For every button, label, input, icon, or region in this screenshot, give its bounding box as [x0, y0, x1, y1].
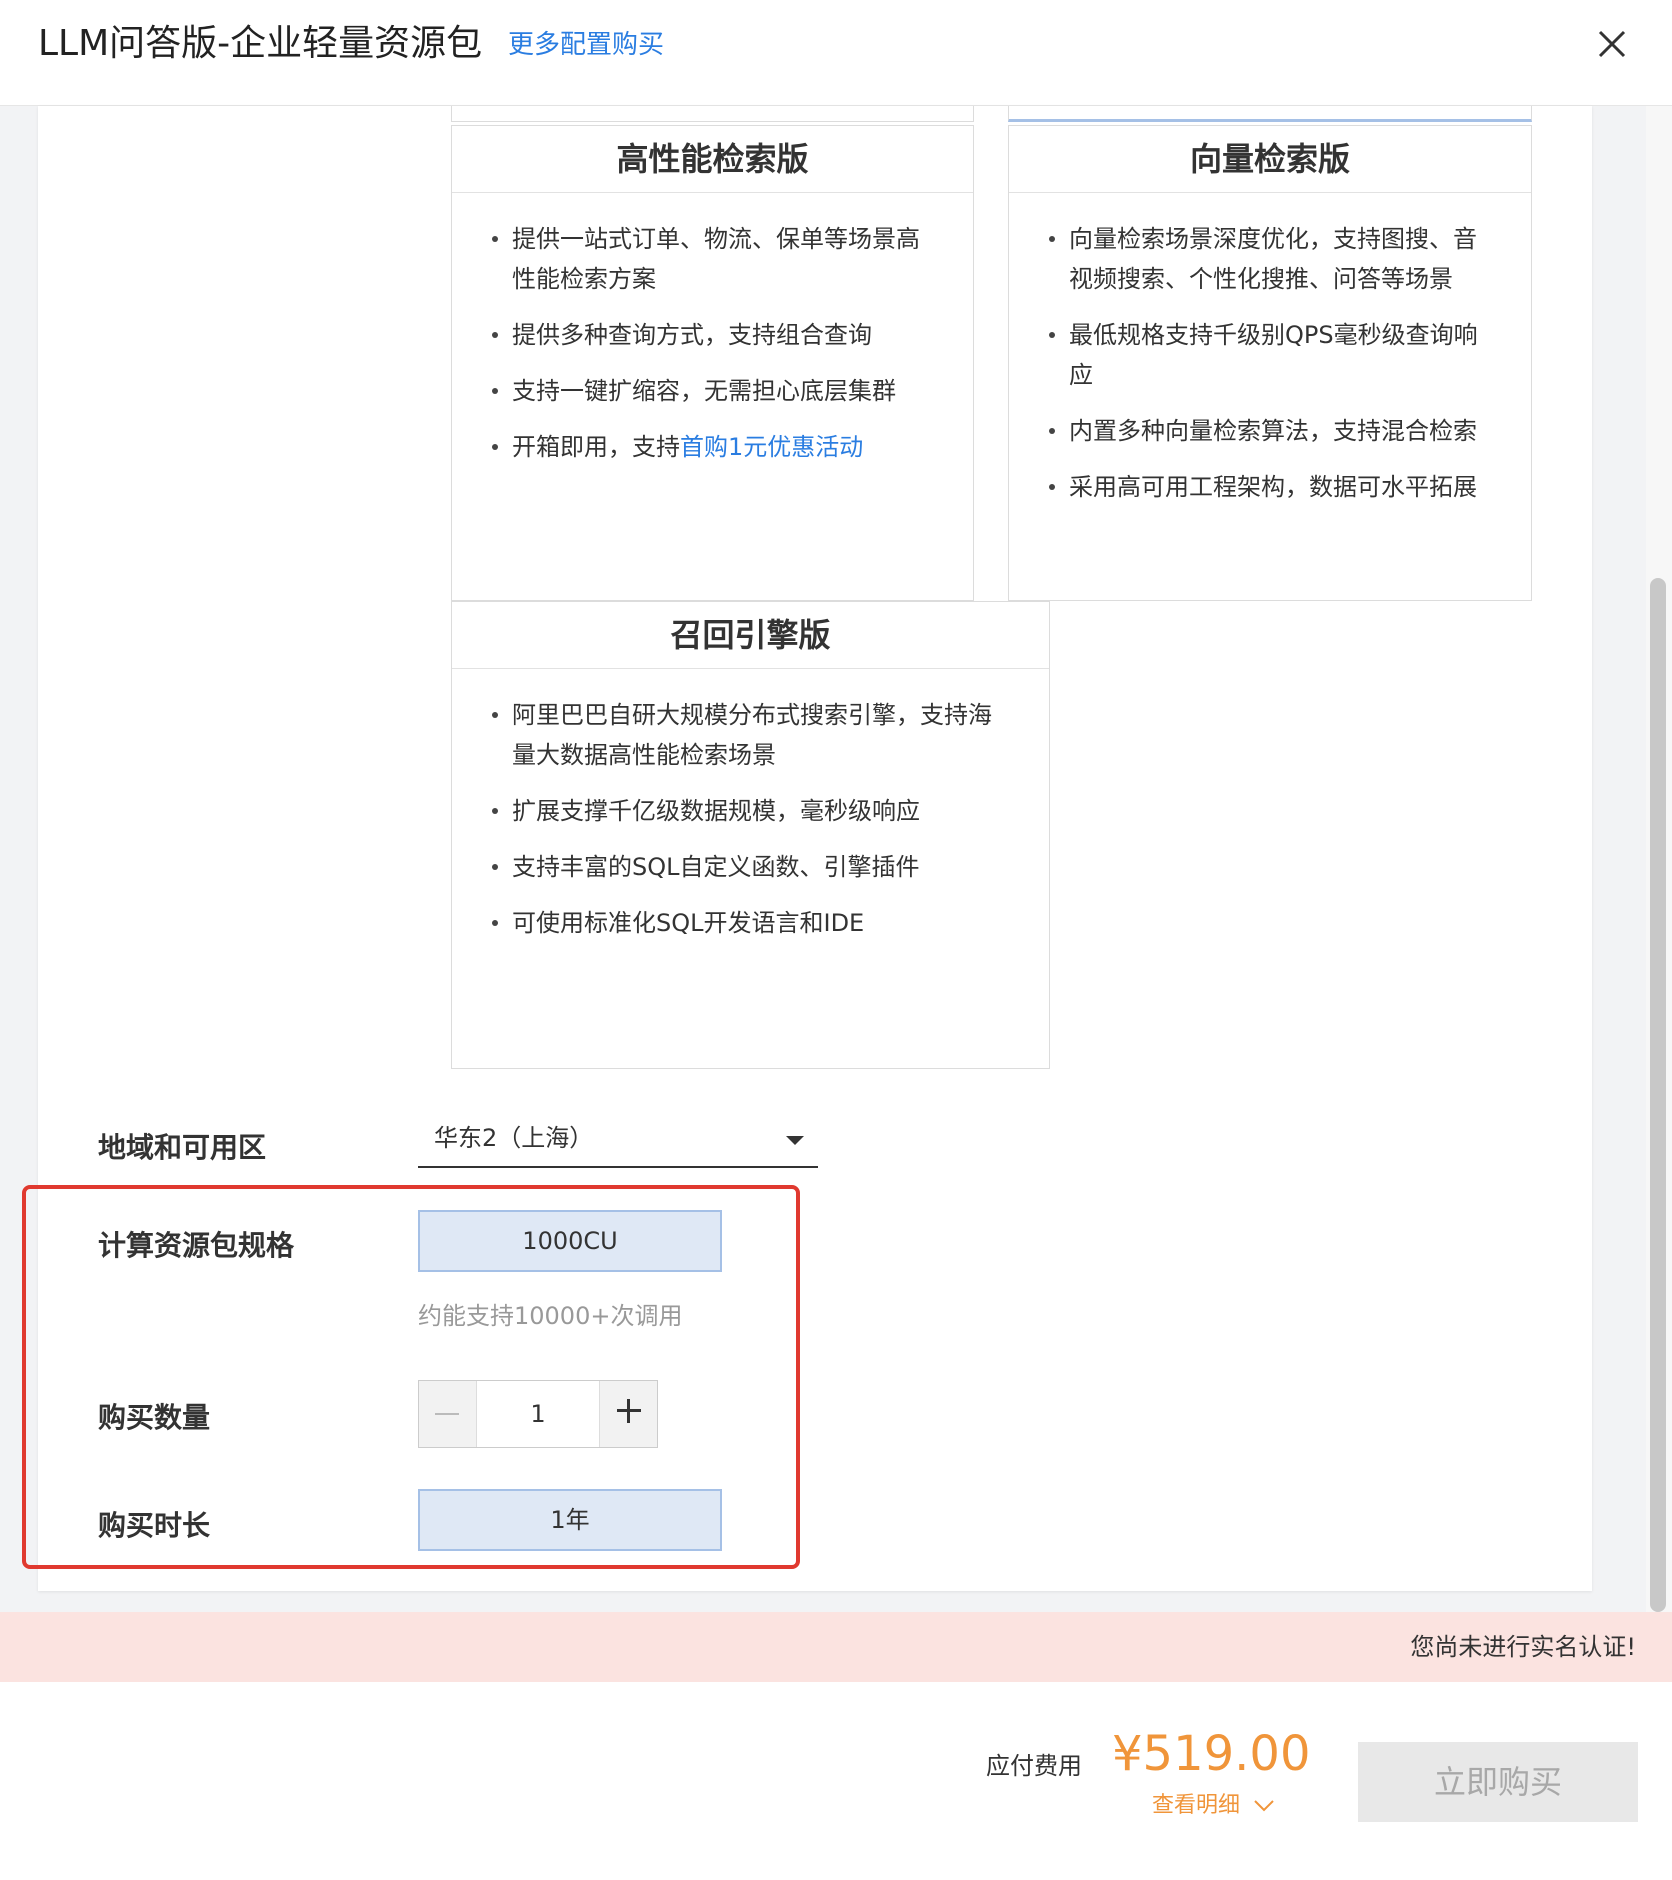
feature-list: 提供一站式订单、物流、保单等场景高性能检索方案 提供多种查询方式，支持组合查询 … — [452, 193, 973, 467]
card-title: 高性能检索版 — [452, 126, 973, 193]
feature-item: 提供多种查询方式，支持组合查询 — [492, 315, 933, 355]
feature-item: 开箱即用，支持首购1元优惠活动 — [492, 427, 933, 467]
view-detail-text: 查看明细 — [1152, 1793, 1241, 1818]
feature-item: 扩展支撑千亿级数据规模，毫秒级响应 — [492, 791, 1009, 831]
region-select[interactable]: 华东2（上海） — [418, 1116, 818, 1168]
feature-item: 提供一站式订单、物流、保单等场景高性能检索方案 — [492, 219, 933, 299]
card-partial-right — [1008, 106, 1532, 122]
dialog-header: LLM问答版-企业轻量资源包 更多配置购买 — [0, 0, 1672, 106]
card-title: 向量检索版 — [1009, 126, 1531, 193]
close-button[interactable] — [1590, 22, 1634, 66]
spec-label: 计算资源包规格 — [98, 1229, 295, 1262]
duration-option-button[interactable]: 1年 — [418, 1489, 722, 1551]
quantity-label: 购买数量 — [98, 1401, 211, 1434]
feature-item: 支持一键扩缩容，无需担心底层集群 — [492, 371, 933, 411]
spec-hint: 约能支持10000+次调用 — [418, 1302, 683, 1330]
feature-item: 最低规格支持千级别QPS毫秒级查询响应 — [1049, 315, 1491, 395]
increment-button[interactable] — [599, 1381, 657, 1447]
more-config-link[interactable]: 更多配置购买 — [508, 27, 664, 63]
warning-bar: 您尚未进行实名认证! — [0, 1612, 1672, 1682]
feature-item: 内置多种向量检索算法，支持混合检索 — [1049, 411, 1491, 451]
feature-item: 采用高可用工程架构，数据可水平拓展 — [1049, 467, 1491, 507]
edition-card-high-performance[interactable]: 高性能检索版 提供一站式订单、物流、保单等场景高性能检索方案 提供多种查询方式，… — [451, 125, 974, 601]
dialog-title: LLM问答版-企业轻量资源包 — [38, 23, 483, 64]
feature-item: 向量检索场景深度优化，支持图搜、音视频搜索、个性化搜推、问答等场景 — [1049, 219, 1491, 299]
buy-now-button[interactable]: 立即购买 — [1358, 1742, 1638, 1822]
feature-item-text: 开箱即用，支持 — [512, 433, 680, 461]
quantity-stepper: 1 — [418, 1380, 658, 1448]
caret-down-icon — [786, 1136, 804, 1145]
decrement-button[interactable] — [419, 1381, 477, 1447]
warning-text: 您尚未进行实名认证! — [1410, 1633, 1636, 1661]
region-label: 地域和可用区 — [98, 1131, 267, 1164]
chevron-down-icon — [1254, 1800, 1274, 1812]
fee-amount: ¥519.00 — [1112, 1726, 1311, 1782]
checkout-footer: 应付费用 ¥519.00 查看明细 立即购买 — [0, 1682, 1672, 1880]
feature-item: 支持丰富的SQL自定义函数、引擎插件 — [492, 847, 1009, 887]
card-title: 召回引擎版 — [452, 602, 1049, 669]
duration-label: 购买时长 — [98, 1509, 211, 1542]
edition-card-recall-engine[interactable]: 召回引擎版 阿里巴巴自研大规模分布式搜索引擎，支持海量大数据高性能检索场景 扩展… — [451, 601, 1050, 1069]
spec-option-button[interactable]: 1000CU — [418, 1210, 722, 1272]
feature-list: 阿里巴巴自研大规模分布式搜索引擎，支持海量大数据高性能检索场景 扩展支撑千亿级数… — [452, 669, 1049, 943]
fee-label: 应付费用 — [986, 1752, 1082, 1780]
edition-card-vector[interactable]: 向量检索版 向量检索场景深度优化，支持图搜、音视频搜索、个性化搜推、问答等场景 … — [1008, 125, 1532, 601]
feature-item: 阿里巴巴自研大规模分布式搜索引擎，支持海量大数据高性能检索场景 — [492, 695, 1009, 775]
region-select-value: 华东2（上海） — [434, 1124, 594, 1152]
quantity-input[interactable]: 1 — [476, 1381, 600, 1447]
feature-list: 向量检索场景深度优化，支持图搜、音视频搜索、个性化搜推、问答等场景 最低规格支持… — [1009, 193, 1531, 507]
promo-link[interactable]: 首购1元优惠活动 — [680, 433, 863, 461]
view-detail-link[interactable]: 查看明细 — [1152, 1790, 1275, 1822]
feature-item: 可使用标准化SQL开发语言和IDE — [492, 903, 1009, 943]
close-icon — [1598, 30, 1626, 58]
scrollbar-thumb[interactable] — [1650, 578, 1666, 1612]
card-partial-left — [451, 106, 974, 122]
